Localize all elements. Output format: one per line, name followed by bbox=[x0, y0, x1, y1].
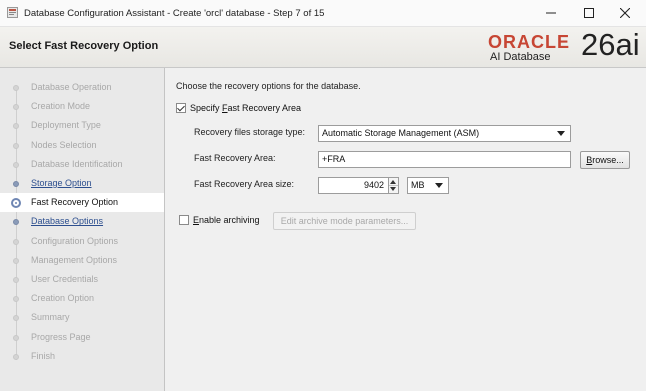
step-label: Deployment Type bbox=[31, 120, 101, 131]
steps-sidebar: Database Operation Creation Mode Deploymen… bbox=[0, 68, 165, 391]
fra-size-unit-select[interactable]: MB bbox=[407, 177, 449, 194]
sidebar-step-management-options: Management Options bbox=[0, 251, 164, 270]
step-label: Database Identification bbox=[31, 158, 123, 169]
specify-fra-checkbox[interactable]: Specify Fast Recovery Area bbox=[176, 103, 301, 113]
step-indicator-icon bbox=[13, 353, 19, 360]
browse-button[interactable]: Browse... bbox=[580, 151, 630, 169]
logo-brand: ORACLE bbox=[488, 32, 570, 52]
step-label: Summary bbox=[31, 312, 70, 323]
fra-size-value: 9402 bbox=[363, 180, 384, 190]
step-indicator-icon bbox=[13, 123, 19, 130]
fra-size-spinner[interactable] bbox=[389, 177, 399, 194]
step-label: User Credentials bbox=[31, 274, 99, 284]
step-label: Progress Page bbox=[31, 331, 91, 342]
checkbox-box[interactable] bbox=[176, 103, 186, 113]
step-label: Creation Option bbox=[31, 293, 95, 304]
sidebar-step-database-identification: Database Identification bbox=[0, 155, 164, 174]
sidebar-step-summary: Summary bbox=[0, 308, 164, 327]
step-indicator-icon bbox=[11, 198, 21, 209]
spin-down-icon[interactable] bbox=[390, 187, 396, 191]
step-indicator-icon bbox=[13, 334, 19, 341]
checkbox-box[interactable] bbox=[179, 215, 189, 225]
instruction-text: Choose the recovery options for the data… bbox=[176, 81, 361, 91]
edit-archive-params-button[interactable]: Edit archive mode parameters... bbox=[273, 212, 416, 230]
step-indicator-icon bbox=[13, 296, 19, 303]
sidebar-step-creation-option: Creation Option bbox=[0, 289, 164, 308]
fra-input[interactable]: +FRA bbox=[318, 151, 571, 168]
enable-archiving-label: Enable archiving bbox=[193, 215, 260, 225]
window-title: Database Configuration Assistant - Creat… bbox=[24, 8, 325, 19]
logo-product: AI Database bbox=[490, 51, 551, 63]
step-indicator-icon bbox=[13, 85, 19, 91]
fra-size-input[interactable]: 9402 bbox=[318, 177, 389, 194]
minimize-icon bbox=[546, 7, 556, 19]
title-bar: Database Configuration Assistant - Creat… bbox=[0, 0, 646, 27]
fra-label: Fast Recovery Area: bbox=[194, 153, 276, 163]
page-title: Select Fast Recovery Option bbox=[9, 40, 159, 52]
sidebar-step-creation-mode: Creation Mode bbox=[0, 97, 164, 116]
minimize-button[interactable] bbox=[532, 2, 570, 24]
step-label: Nodes Selection bbox=[31, 139, 97, 150]
logo-version: 26ai bbox=[581, 27, 640, 62]
chevron-down-icon bbox=[557, 131, 565, 136]
spin-up-icon[interactable] bbox=[390, 180, 396, 184]
step-indicator-icon bbox=[13, 161, 19, 168]
chevron-down-icon bbox=[435, 183, 443, 188]
sidebar-step-nodes-selection: Nodes Selection bbox=[0, 136, 164, 155]
sidebar-step-database-options[interactable]: Database Options bbox=[0, 212, 164, 231]
step-label: Storage Option bbox=[31, 178, 92, 188]
step-label: Configuration Options bbox=[31, 235, 119, 246]
fra-size-unit-value: MB bbox=[411, 180, 425, 190]
storage-type-value: Automatic Storage Management (ASM) bbox=[322, 128, 480, 138]
sidebar-step-progress-page: Progress Page bbox=[0, 328, 164, 347]
sidebar-step-deployment-type: Deployment Type bbox=[0, 116, 164, 135]
step-label: Database Options bbox=[31, 216, 104, 227]
oracle-logo: ORACLE AI Database 26ai bbox=[488, 27, 640, 66]
sidebar-step-fast-recovery-option: Fast Recovery Option bbox=[0, 193, 164, 213]
sidebar-step-user-credentials: User Credentials bbox=[0, 270, 164, 289]
maximize-button[interactable] bbox=[570, 2, 608, 24]
step-indicator-icon bbox=[13, 104, 19, 111]
main-panel: Choose the recovery options for the data… bbox=[165, 68, 646, 391]
specify-fra-label: Specify Fast Recovery Area bbox=[190, 103, 302, 113]
step-indicator-icon bbox=[13, 277, 19, 283]
step-indicator-icon bbox=[13, 315, 19, 322]
step-indicator-icon bbox=[13, 181, 19, 187]
sidebar-step-configuration-options: Configuration Options bbox=[0, 232, 164, 251]
fra-value: +FRA bbox=[322, 154, 346, 164]
storage-type-select[interactable]: Automatic Storage Management (ASM) bbox=[318, 125, 571, 142]
step-label: Database Operation bbox=[31, 82, 112, 92]
step-label: Management Options bbox=[31, 254, 118, 265]
step-indicator-icon bbox=[13, 257, 19, 264]
sidebar-step-finish: Finish bbox=[0, 347, 164, 366]
step-indicator-icon bbox=[13, 238, 19, 245]
step-label: Fast Recovery Option bbox=[31, 197, 119, 208]
storage-type-label: Recovery files storage type: bbox=[194, 127, 306, 137]
step-indicator-icon bbox=[13, 142, 19, 149]
step-label: Creation Mode bbox=[31, 101, 91, 112]
app-icon bbox=[7, 7, 18, 18]
maximize-icon bbox=[584, 7, 594, 19]
page-header: Select Fast Recovery Option ORACLE AI Da… bbox=[0, 27, 646, 68]
step-indicator-icon bbox=[13, 219, 19, 226]
close-button[interactable] bbox=[606, 2, 644, 24]
step-label: Finish bbox=[31, 350, 56, 361]
sidebar-step-database-operation: Database Operation bbox=[0, 78, 164, 97]
enable-archiving-checkbox[interactable]: Enable archiving bbox=[179, 215, 260, 225]
fra-size-label: Fast Recovery Area size: bbox=[194, 179, 295, 189]
sidebar-step-storage-option[interactable]: Storage Option bbox=[0, 174, 164, 193]
close-icon bbox=[619, 7, 631, 19]
